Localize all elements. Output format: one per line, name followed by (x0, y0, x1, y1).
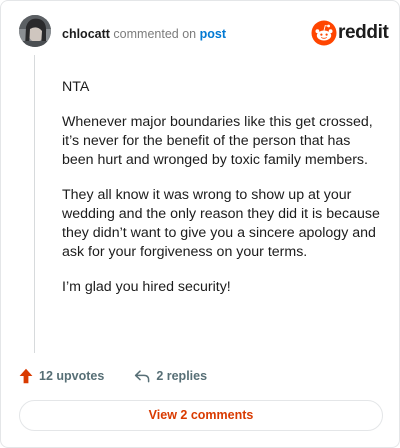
username[interactable]: chlocatt (62, 27, 110, 41)
reddit-wordmark: reddit (338, 22, 389, 43)
replies-button[interactable]: 2 replies (134, 369, 207, 383)
avatar[interactable] (19, 15, 51, 47)
upvote-arrow-icon (19, 368, 33, 384)
comment-paragraph: Whenever major boundaries like this get … (62, 114, 373, 168)
post-link[interactable]: post (200, 27, 226, 41)
action-text: commented on (113, 27, 197, 41)
view-comments-button[interactable]: View 2 comments (19, 400, 383, 431)
reddit-logo[interactable]: reddit (311, 20, 389, 46)
comment-paragraph: I’m glad you hired security! (62, 279, 231, 295)
thread-line (34, 55, 35, 353)
comment-footer: 12 upvotes 2 replies (19, 366, 207, 386)
avatar-image-icon (19, 15, 51, 47)
comment-card: chlocatt commented on post reddit NTA Wh… (0, 0, 400, 448)
upvote-button[interactable]: 12 upvotes (19, 368, 104, 384)
comment-header: chlocatt commented on post (62, 27, 226, 41)
comment-body: NTA Whenever major boundaries like this … (62, 78, 382, 313)
reply-arrow-icon (135, 370, 150, 383)
upvote-count: 12 upvotes (39, 369, 105, 383)
comment-paragraph: NTA (62, 79, 90, 95)
reddit-snoo-icon (311, 20, 337, 46)
reply-count: 2 replies (156, 369, 208, 383)
comment-paragraph: They all know it was wrong to show up at… (62, 187, 380, 260)
